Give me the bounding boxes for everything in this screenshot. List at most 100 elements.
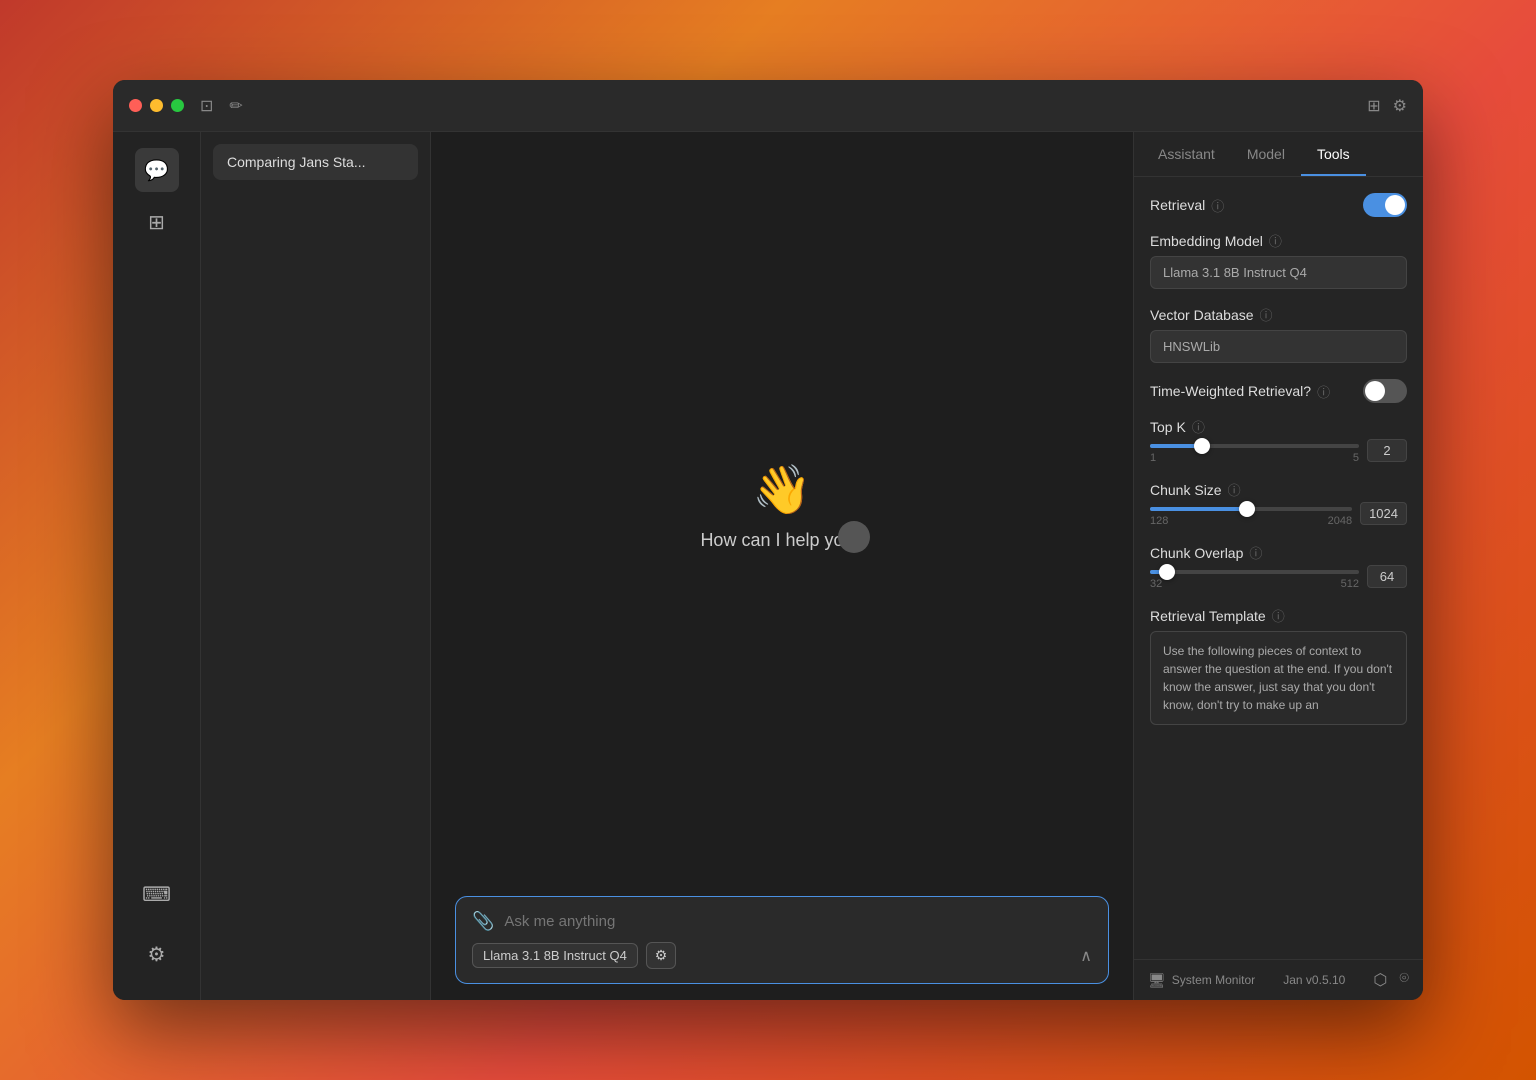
sidebar: 💬 ⊞ ⌨ ⚙ [113,132,201,1000]
chunk-size-slider-wrapper: 128 2048 [1150,499,1352,527]
top-k-track [1150,444,1359,448]
chunk-size-info-icon[interactable]: ⓘ [1228,480,1241,499]
toggle-knob-2 [1365,381,1385,401]
chunk-size-fill [1150,507,1247,511]
list-item[interactable]: Comparing Jans Sta... [213,144,418,180]
welcome-emoji: 👋 [752,461,812,518]
chunk-size-labels: 128 2048 [1150,515,1352,527]
embedding-info-icon[interactable]: ⓘ [1269,231,1282,250]
panel-footer: 🖥 System Monitor Jan v0.5.10 ⬡ ⌾ [1134,959,1423,1000]
top-k-thumb[interactable] [1194,438,1210,454]
layout-icon[interactable]: ⊞ [1367,96,1380,116]
chat-input[interactable] [504,913,1092,930]
drag-indicator [838,521,870,553]
chat-input-box: 📎 Llama 3.1 8B Instruct Q4 ⚙ ∧ [455,896,1109,984]
chunk-size-section: Chunk Size ⓘ 128 2048 [1150,480,1407,527]
chat-icon: 💬 [144,158,169,183]
vector-database-field[interactable]: HNSWLib [1150,330,1407,363]
time-weighted-info-icon[interactable]: ⓘ [1317,382,1330,401]
chunk-size-thumb[interactable] [1239,501,1255,517]
chat-input-area: 📎 Llama 3.1 8B Instruct Q4 ⚙ ∧ [431,880,1133,1000]
attach-icon[interactable]: 📎 [472,911,494,932]
time-weighted-label: Time-Weighted Retrieval? ⓘ [1150,382,1330,401]
top-k-slider-wrapper: 1 5 [1150,436,1359,464]
gear-icon: ⚙ [148,942,166,967]
model-settings-button[interactable]: ⚙ [646,942,677,969]
top-k-value[interactable]: 2 [1367,439,1407,462]
chunk-overlap-section: Chunk Overlap ⓘ 32 512 [1150,543,1407,590]
time-weighted-toggle[interactable] [1363,379,1407,403]
chunk-size-slider-row: 128 2048 1024 [1150,499,1407,527]
chunk-size-label: Chunk Size ⓘ [1150,480,1407,499]
top-k-slider-row: 1 5 2 [1150,436,1407,464]
retrieval-template-label: Retrieval Template ⓘ [1150,606,1407,625]
monitor-icon: 🖥 [1148,972,1166,989]
sidebar-bottom: ⌨ ⚙ [135,872,179,984]
chat-list: Comparing Jans Sta... [201,132,431,1000]
retrieval-toggle[interactable] [1363,193,1407,217]
tab-model[interactable]: Model [1231,132,1301,176]
chunk-overlap-value[interactable]: 64 [1367,565,1407,588]
close-button[interactable] [129,99,142,112]
retrieval-label: Retrieval ⓘ [1150,196,1224,215]
chat-messages: 👋 How can I help you? [431,132,1133,880]
chunk-size-value[interactable]: 1024 [1360,502,1407,525]
embedding-model-label: Embedding Model ⓘ [1150,231,1407,250]
discord-icon[interactable]: ⬡ [1373,970,1387,990]
model-tag: Llama 3.1 8B Instruct Q4 ⚙ [472,942,676,969]
top-k-info-icon[interactable]: ⓘ [1192,417,1205,436]
chunk-overlap-thumb[interactable] [1159,564,1175,580]
collapse-button[interactable]: ∧ [1080,946,1092,966]
embedding-model-field[interactable]: Llama 3.1 8B Instruct Q4 [1150,256,1407,289]
app-window: ⊡ ✏ ⊞ ⚙ 💬 ⊞ ⌨ ⚙ [113,80,1423,1000]
right-panel: Assistant Model Tools Retrieval ⓘ [1133,132,1423,1000]
chunk-overlap-labels: 32 512 [1150,578,1359,590]
time-weighted-row: Time-Weighted Retrieval? ⓘ [1150,379,1407,403]
sidebar-item-grid[interactable]: ⊞ [135,200,179,244]
model-badge[interactable]: Llama 3.1 8B Instruct Q4 [472,943,638,968]
main-content: 💬 ⊞ ⌨ ⚙ Comparing Jans Sta... � [113,132,1423,1000]
toggle-knob [1385,195,1405,215]
chunk-overlap-info-icon[interactable]: ⓘ [1249,543,1262,562]
traffic-lights [129,99,184,112]
title-bar-right: ⊞ ⚙ [1367,96,1407,116]
title-bar: ⊡ ✏ ⊞ ⚙ [113,80,1423,132]
retrieval-template-box[interactable]: Use the following pieces of context to a… [1150,631,1407,725]
grid-icon: ⊞ [148,210,165,235]
sidebar-item-terminal[interactable]: ⌨ [135,872,179,916]
chunk-size-track [1150,507,1352,511]
top-k-label: Top K ⓘ [1150,417,1407,436]
chunk-overlap-slider-wrapper: 32 512 [1150,562,1359,590]
minimize-button[interactable] [150,99,163,112]
embedding-model-section: Embedding Model ⓘ Llama 3.1 8B Instruct … [1150,231,1407,289]
retrieval-info-icon[interactable]: ⓘ [1211,196,1224,215]
title-icons: ⊡ ✏ [200,96,243,116]
chunk-overlap-label: Chunk Overlap ⓘ [1150,543,1407,562]
compose-icon[interactable]: ✏ [229,96,242,116]
tab-tools[interactable]: Tools [1301,132,1366,176]
retrieval-template-section: Retrieval Template ⓘ Use the following p… [1150,606,1407,725]
settings-icon[interactable]: ⚙ [1393,96,1407,116]
footer-right: ⬡ ⌾ [1373,970,1409,990]
maximize-button[interactable] [171,99,184,112]
vector-db-info-icon[interactable]: ⓘ [1260,305,1273,324]
input-bottom: Llama 3.1 8B Instruct Q4 ⚙ ∧ [472,942,1092,969]
chunk-overlap-slider-row: 32 512 64 [1150,562,1407,590]
retrieval-template-info-icon[interactable]: ⓘ [1272,606,1285,625]
top-k-section: Top K ⓘ 1 5 [1150,417,1407,464]
vector-database-label: Vector Database ⓘ [1150,305,1407,324]
footer-left: 🖥 System Monitor [1148,972,1255,989]
chat-item-title: Comparing Jans Sta... [227,154,366,170]
monitor-label[interactable]: System Monitor [1172,973,1255,987]
chat-input-row: 📎 [472,911,1092,932]
right-panel-tabs: Assistant Model Tools [1134,132,1423,177]
sidebar-toggle-icon[interactable]: ⊡ [200,96,213,116]
sidebar-item-chat[interactable]: 💬 [135,148,179,192]
github-icon[interactable]: ⌾ [1399,970,1409,990]
vector-database-section: Vector Database ⓘ HNSWLib [1150,305,1407,363]
tab-assistant[interactable]: Assistant [1142,132,1231,176]
version-label: Jan v0.5.10 [1283,973,1345,987]
terminal-icon: ⌨ [142,882,171,907]
sidebar-item-settings[interactable]: ⚙ [135,932,179,976]
panel-body: Retrieval ⓘ Embedding Model ⓘ Llama 3.1 … [1134,177,1423,959]
